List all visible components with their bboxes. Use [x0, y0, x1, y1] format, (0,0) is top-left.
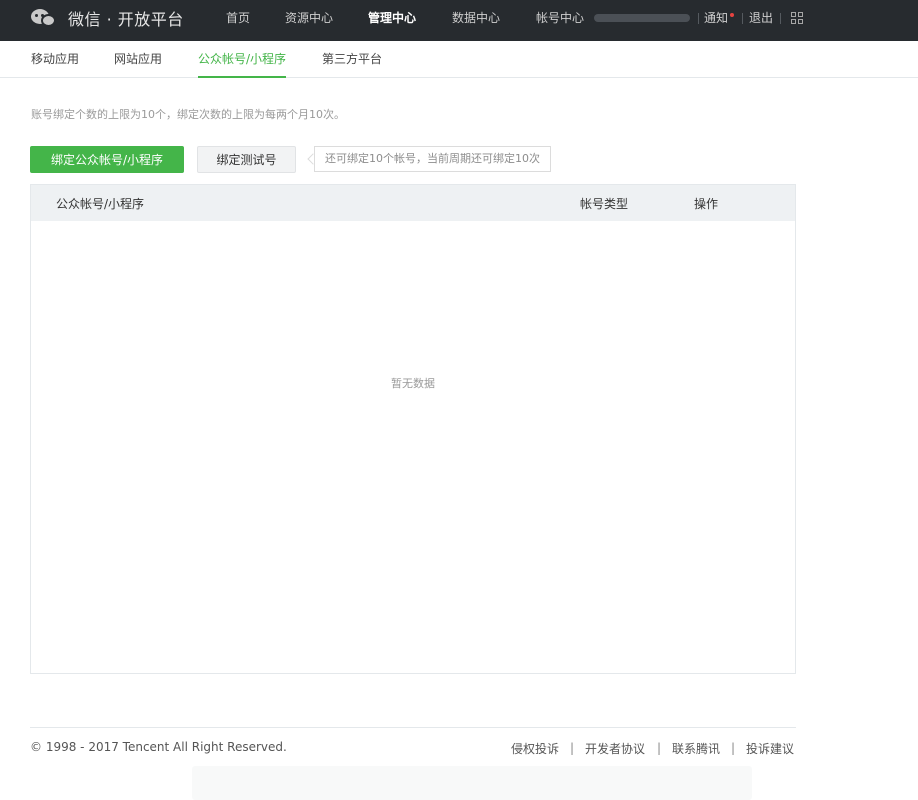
- bottom-overlay: [192, 766, 752, 800]
- notice-link[interactable]: 通知: [704, 0, 728, 41]
- column-account: 公众帐号/小程序: [56, 197, 145, 211]
- nav-data[interactable]: 数据中心: [452, 0, 500, 41]
- logo-text: 微信 · 开放平台: [68, 10, 184, 29]
- account-email-redacted: [594, 14, 690, 22]
- nav-account[interactable]: 帐号中心: [536, 0, 584, 41]
- table-header: 公众帐号/小程序 帐号类型 操作: [31, 185, 795, 221]
- notice-dot-icon: [730, 13, 734, 17]
- remaining-quota-tip: 还可绑定10个帐号，当前周期还可绑定10次: [314, 146, 551, 172]
- limit-hint: 账号绑定个数的上限为10个，绑定次数的上限为每两个月10次。: [31, 108, 345, 121]
- footer-link-contact[interactable]: 联系腾讯: [672, 740, 720, 757]
- footer-separator: |: [731, 741, 736, 755]
- tab-mobile-apps[interactable]: 移动应用: [31, 41, 79, 77]
- tab-website-apps[interactable]: 网站应用: [114, 41, 162, 77]
- divider: [780, 13, 781, 24]
- copyright: © 1998 - 2017 Tencent All Right Reserved…: [30, 740, 287, 754]
- column-account-type: 帐号类型: [580, 197, 629, 211]
- divider: [742, 13, 743, 24]
- wechat-logo-icon: [31, 7, 59, 29]
- divider: [698, 13, 699, 24]
- nav-resources[interactable]: 资源中心: [285, 0, 333, 41]
- tab-official-accounts[interactable]: 公众帐号/小程序: [198, 41, 287, 78]
- footer-separator: |: [657, 741, 662, 755]
- sub-tabs: 移动应用 网站应用 公众帐号/小程序 第三方平台: [0, 41, 918, 78]
- logo[interactable]: 微信 · 开放平台: [31, 5, 184, 31]
- footer-divider: [30, 727, 796, 728]
- empty-state-text: 暂无数据: [391, 377, 435, 390]
- footer-link-developer-agreement[interactable]: 开发者协议: [585, 740, 645, 757]
- logout-link[interactable]: 退出: [749, 0, 773, 41]
- column-actions: 操作: [694, 197, 719, 211]
- accounts-table: 公众帐号/小程序 帐号类型 操作 暂无数据: [30, 184, 796, 674]
- footer-link-feedback[interactable]: 投诉建议: [746, 740, 794, 757]
- top-navbar: 微信 · 开放平台 首页 资源中心 管理中心 数据中心 帐号中心 通知 退出: [0, 0, 918, 41]
- bind-account-button[interactable]: 绑定公众帐号/小程序: [30, 146, 184, 173]
- nav-management[interactable]: 管理中心: [368, 0, 416, 41]
- bind-test-account-button[interactable]: 绑定测试号: [197, 146, 296, 173]
- qrcode-icon[interactable]: [791, 12, 803, 24]
- tab-third-party[interactable]: 第三方平台: [322, 41, 382, 77]
- nav-home[interactable]: 首页: [226, 0, 250, 41]
- footer-link-infringement[interactable]: 侵权投诉: [511, 740, 559, 757]
- footer-separator: |: [570, 741, 575, 755]
